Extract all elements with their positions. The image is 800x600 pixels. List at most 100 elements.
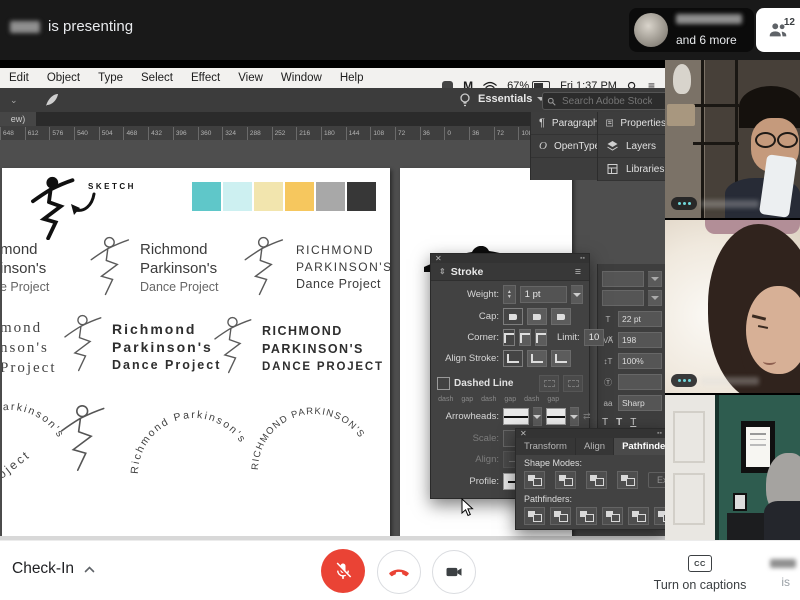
panel-button-opentype[interactable]: O OpenType bbox=[531, 135, 597, 158]
trim-button[interactable] bbox=[550, 507, 571, 525]
divide-button[interactable] bbox=[524, 507, 545, 525]
dash-preserve-button[interactable] bbox=[539, 375, 559, 392]
corner-round-button[interactable] bbox=[519, 329, 531, 346]
antialias-field[interactable]: Sharp bbox=[618, 395, 662, 411]
rotation-field[interactable] bbox=[618, 374, 662, 390]
circled-t-icon: Ⓣ bbox=[602, 377, 614, 388]
menu-item[interactable]: Select bbox=[132, 72, 182, 84]
align-outside-button[interactable] bbox=[551, 350, 571, 367]
video-tile-1[interactable] bbox=[665, 60, 800, 218]
align-inside-button[interactable] bbox=[527, 350, 547, 367]
tool-caret-icon[interactable]: ⌄ bbox=[10, 95, 18, 106]
tracking-field[interactable]: 198 bbox=[618, 332, 662, 348]
menu-item[interactable]: View bbox=[229, 72, 272, 84]
panel-button-libraries[interactable]: Libraries bbox=[598, 158, 665, 181]
color-swatch[interactable] bbox=[192, 182, 221, 211]
dash-gap-label: gap bbox=[459, 396, 477, 403]
menu-item[interactable]: Effect bbox=[182, 72, 229, 84]
close-icon[interactable]: ✕ bbox=[435, 254, 442, 263]
mute-microphone-button[interactable] bbox=[321, 549, 365, 593]
type-format-icon[interactable]: T bbox=[616, 417, 622, 428]
properties-icon bbox=[606, 117, 613, 129]
participant-count-chip[interactable]: 12 bbox=[756, 8, 800, 52]
vertical-scale-field[interactable]: 100% bbox=[618, 353, 662, 369]
menu-item[interactable]: Window bbox=[272, 72, 331, 84]
arrowheads-label: Arrowheads: bbox=[437, 411, 499, 422]
tab-pathfinder[interactable]: Pathfinder bbox=[614, 438, 665, 455]
logo-row2-allcaps: RICHMONDPARKINSON'SDANCE PROJECT bbox=[262, 322, 384, 376]
collapse-icon[interactable]: ▪▪ bbox=[657, 429, 662, 438]
tab-align[interactable]: Align bbox=[576, 438, 614, 455]
color-swatch[interactable] bbox=[316, 182, 345, 211]
crop-button[interactable] bbox=[602, 507, 623, 525]
menu-item[interactable]: Edit bbox=[0, 72, 38, 84]
menu-item[interactable]: Type bbox=[89, 72, 132, 84]
dancer-figure bbox=[242, 236, 288, 296]
color-swatch[interactable] bbox=[223, 182, 252, 211]
stroke-panel-tab[interactable]: ⇕ Stroke ≡ bbox=[431, 263, 589, 281]
mic-off-icon bbox=[333, 561, 353, 581]
arrowhead-end-caret[interactable] bbox=[570, 407, 579, 426]
arrowhead-start-caret[interactable] bbox=[533, 407, 542, 426]
corner-miter-button[interactable] bbox=[503, 329, 515, 346]
font-family-field[interactable] bbox=[602, 271, 644, 287]
minus-back-button[interactable] bbox=[654, 507, 665, 525]
merge-button[interactable] bbox=[576, 507, 597, 525]
scale-label: Scale: bbox=[437, 433, 499, 444]
collapse-icon[interactable]: ▪▪ bbox=[580, 254, 585, 263]
weight-stepper[interactable]: ▲▼ bbox=[503, 285, 516, 304]
intersect-button[interactable] bbox=[586, 471, 607, 489]
workspace-switcher[interactable]: Essentials bbox=[478, 93, 545, 105]
lightbulb-icon[interactable] bbox=[458, 92, 472, 108]
color-swatch[interactable] bbox=[285, 182, 314, 211]
dash-align-button[interactable] bbox=[563, 375, 583, 392]
tab-transform[interactable]: Transform bbox=[516, 438, 576, 455]
menu-item[interactable]: Help bbox=[331, 72, 373, 84]
search-input[interactable] bbox=[560, 95, 654, 108]
corner-bevel-button[interactable] bbox=[535, 329, 547, 346]
weight-value[interactable]: 1 pt bbox=[520, 286, 568, 303]
color-swatch[interactable] bbox=[254, 182, 283, 211]
document-tab[interactable]: ew) bbox=[0, 112, 36, 126]
video-tile-2[interactable] bbox=[665, 220, 800, 393]
align-center-button[interactable] bbox=[503, 350, 523, 367]
captions-toggle[interactable]: CC Turn on captions bbox=[652, 555, 748, 592]
font-size-field[interactable]: 22 pt bbox=[618, 311, 662, 327]
panel-menu-icon[interactable]: ≡ bbox=[575, 266, 581, 278]
video-tile-3[interactable] bbox=[665, 395, 800, 540]
cap-round-button[interactable] bbox=[527, 308, 547, 325]
panel-button-paragraph[interactable]: ¶ Paragraph bbox=[531, 112, 597, 135]
limit-field[interactable]: 10 bbox=[584, 329, 605, 346]
panel-label: Libraries bbox=[626, 164, 664, 175]
camera-button[interactable] bbox=[432, 550, 476, 594]
swap-arrowheads-icon[interactable]: ⇄ bbox=[583, 411, 591, 422]
ruler-tick: 72 bbox=[494, 127, 519, 140]
panel-button-layers[interactable]: Layers bbox=[598, 135, 665, 158]
weight-dropdown[interactable] bbox=[571, 285, 583, 304]
outline-button[interactable] bbox=[628, 507, 649, 525]
paragraph-icon: ¶ bbox=[539, 117, 545, 129]
cap-butt-button[interactable] bbox=[503, 308, 523, 325]
meeting-details[interactable]: Check-In bbox=[12, 560, 95, 578]
dashed-line-checkbox[interactable] bbox=[437, 377, 450, 390]
exclude-button[interactable] bbox=[617, 471, 638, 489]
ruler-tick: 216 bbox=[296, 127, 321, 140]
minus-front-button[interactable] bbox=[555, 471, 576, 489]
cap-projecting-button[interactable] bbox=[551, 308, 571, 325]
macos-menu-bar: EditObjectTypeSelectEffectViewWindowHelp… bbox=[0, 68, 665, 88]
ruler-tick: 612 bbox=[25, 127, 50, 140]
feather-tool-icon[interactable] bbox=[44, 92, 60, 108]
color-swatch[interactable] bbox=[347, 182, 376, 211]
expand-button[interactable]: Expand bbox=[648, 472, 665, 488]
menu-item[interactable]: Object bbox=[38, 72, 89, 84]
leave-call-button[interactable] bbox=[377, 550, 421, 594]
type-format-icon[interactable]: T bbox=[630, 417, 636, 428]
type-format-icon[interactable]: T bbox=[602, 417, 608, 428]
font-style-field[interactable] bbox=[602, 290, 644, 306]
panel-button-properties[interactable]: Properties bbox=[598, 112, 665, 135]
close-icon[interactable]: ✕ bbox=[520, 429, 527, 438]
participants-chip[interactable]: and 6 more bbox=[629, 8, 754, 52]
arrowhead-start-dropdown[interactable] bbox=[503, 408, 529, 425]
arrowhead-end-dropdown[interactable] bbox=[546, 408, 566, 425]
unite-button[interactable] bbox=[524, 471, 545, 489]
